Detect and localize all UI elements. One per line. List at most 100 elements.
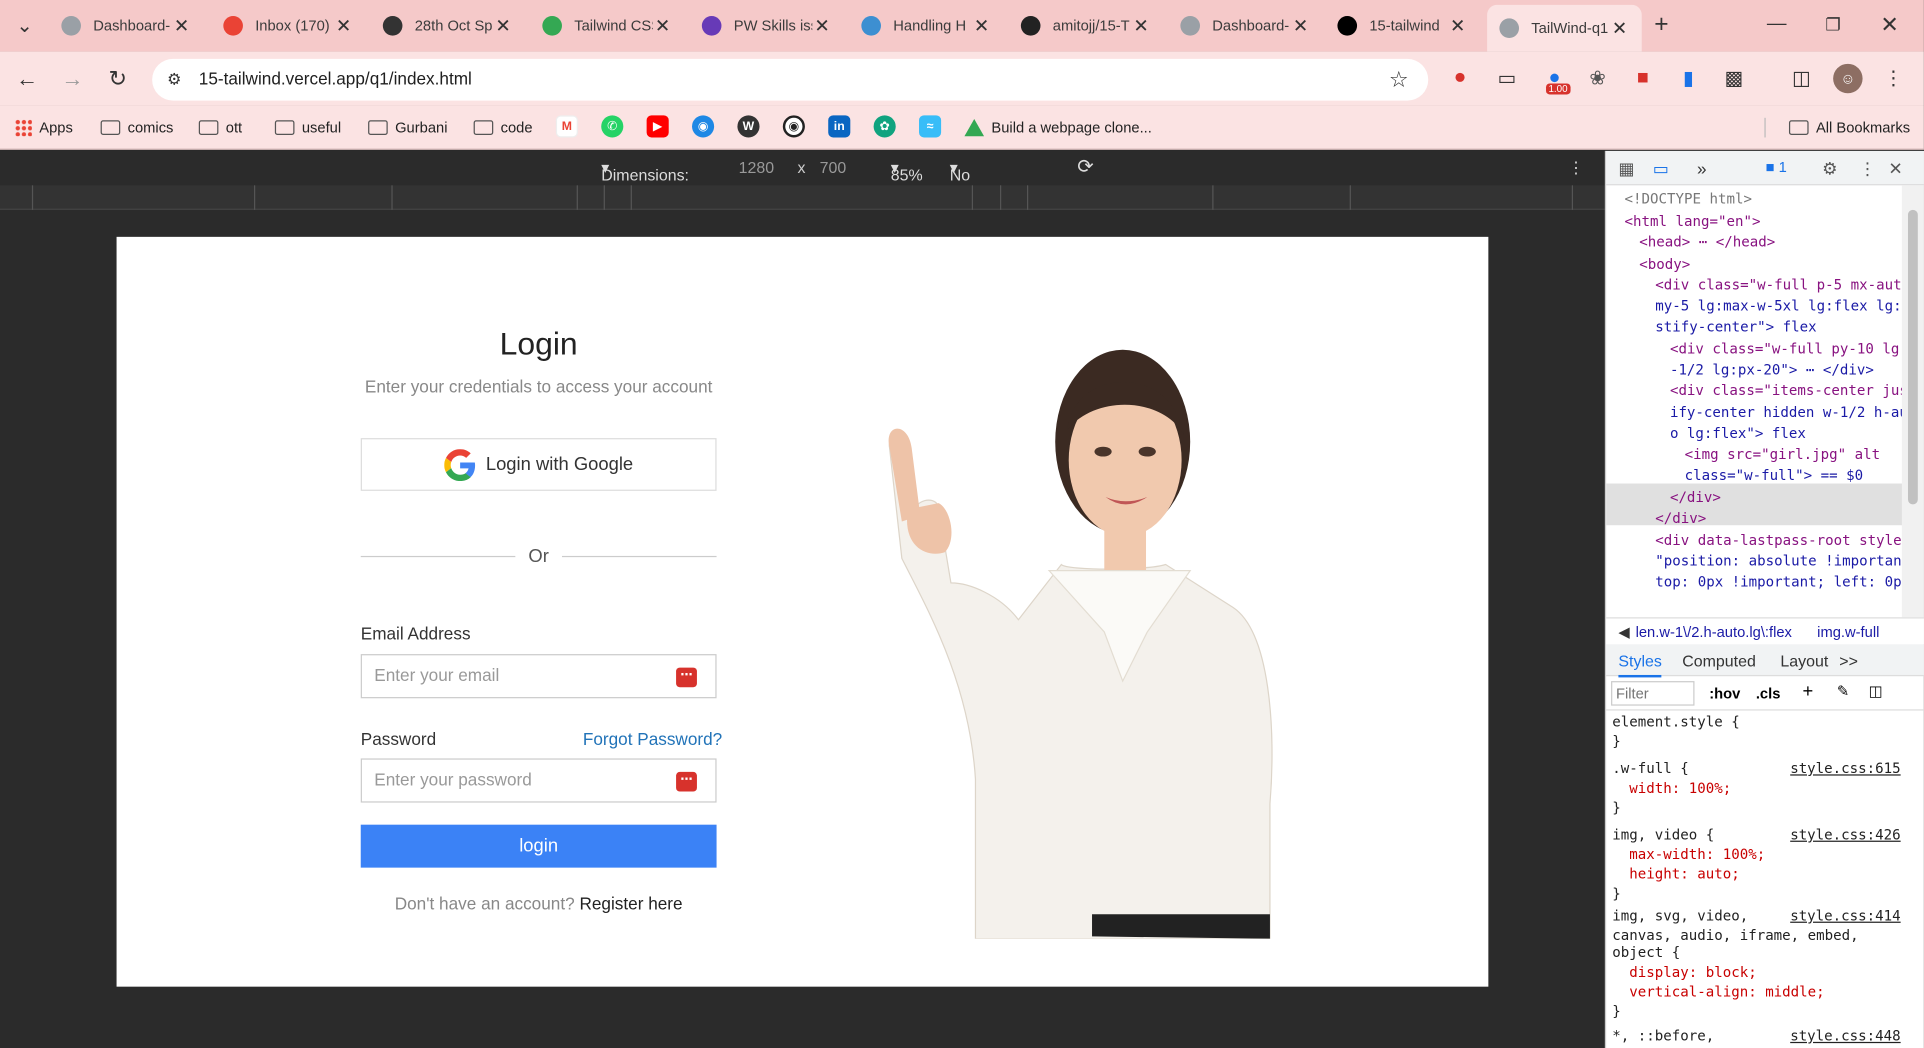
throttling-select[interactable]: No throttling ▾ <box>950 158 1011 202</box>
style-rule-line[interactable]: object { <box>1612 944 1680 961</box>
hov-toggle[interactable]: :hov <box>1709 685 1740 702</box>
tab-layout[interactable]: Layout <box>1780 652 1828 670</box>
wordpress-icon[interactable]: W <box>737 115 760 138</box>
sidebar-toggle-icon[interactable]: ◫ <box>1869 682 1883 699</box>
style-rule-line[interactable]: canvas, audio, iframe, embed, <box>1612 927 1858 944</box>
tab-close-icon[interactable]: ✕ <box>1131 15 1151 37</box>
height-input[interactable]: 700 <box>820 158 847 176</box>
close-window-icon[interactable]: ✕ <box>1875 10 1904 39</box>
tab-10[interactable]: TailWind-q1 ✕ <box>1487 4 1642 52</box>
email-field[interactable]: ⋯ <box>360 654 717 699</box>
bookmark-folder-comics[interactable]: comics <box>100 115 173 140</box>
ublock-icon[interactable]: ⚫ <box>1445 64 1474 93</box>
youtube-icon[interactable]: ▶ <box>646 115 669 138</box>
issues-counter[interactable]: ■ 1 <box>1766 158 1787 175</box>
site-info-icon[interactable]: ⚙ <box>160 65 189 94</box>
bookmark-folder-code[interactable]: code <box>473 115 533 140</box>
rule-source-link[interactable]: style.css:615 <box>1790 760 1900 777</box>
tab-search-icon[interactable]: ⌄ <box>10 11 39 40</box>
password-input[interactable] <box>374 769 669 790</box>
profile-avatar[interactable]: ☺ <box>1833 63 1863 94</box>
breadcrumb-left-icon[interactable]: ◀ <box>1618 623 1629 640</box>
globe-icon[interactable]: ◉ <box>692 115 715 138</box>
dom-line[interactable]: "position: absolute !importan <box>1655 552 1901 573</box>
dom-line[interactable]: -1/2 lg:px-20"> ⋯ </div> <box>1670 361 1874 382</box>
elements-scrollbar[interactable] <box>1901 185 1924 618</box>
dom-line[interactable]: <div class="items-center jus <box>1670 382 1903 403</box>
paint-icon[interactable]: ✎ <box>1837 682 1849 699</box>
minimize-icon[interactable]: — <box>1762 10 1791 39</box>
devtools-close-icon[interactable]: ✕ <box>1888 158 1902 179</box>
style-rule-line[interactable]: .w-full { <box>1612 760 1688 777</box>
style-rule-line[interactable]: } <box>1612 1003 1621 1020</box>
style-rule-line[interactable]: img, svg, video, <box>1612 907 1748 924</box>
style-rule-line[interactable]: vertical-align: middle; <box>1612 983 1824 1000</box>
new-tab-icon[interactable]: + <box>1647 10 1676 39</box>
chatgpt-icon[interactable]: ✿ <box>873 115 896 138</box>
rule-source-link[interactable]: style.css:448 <box>1790 1027 1900 1044</box>
tab-9[interactable]: 15-tailwind ✕ <box>1325 7 1480 44</box>
tab-3[interactable]: 28th Oct Sp ✕ <box>371 7 526 44</box>
tab-8[interactable]: Dashboard- ✕ <box>1168 7 1323 44</box>
bookmark-star-icon[interactable]: ☆ <box>1384 65 1413 94</box>
linkedin-icon[interactable]: in <box>828 115 851 138</box>
bookmark-build-webpage[interactable]: Build a webpage clone... <box>964 115 1152 140</box>
tab-7[interactable]: amitojj/15-T ✕ <box>1009 7 1164 44</box>
add-rule-icon[interactable]: + <box>1802 681 1813 702</box>
github-icon[interactable]: ◉ <box>782 115 805 138</box>
tab-close-icon[interactable]: ✕ <box>1291 15 1311 37</box>
dom-line[interactable]: <div class="w-full py-10 lg: <box>1670 340 1903 361</box>
lastpass-icon[interactable]: ■ <box>1628 64 1657 93</box>
tab-close-icon[interactable]: ✕ <box>334 15 354 37</box>
style-rule-line[interactable]: height: auto; <box>1612 865 1739 882</box>
all-bookmarks[interactable]: All Bookmarks <box>1788 115 1910 140</box>
dom-line[interactable]: <div data-lastpass-root style= <box>1655 531 1903 552</box>
tab-close-icon[interactable]: ✕ <box>972 15 992 37</box>
extensions-icon[interactable]: ▩ <box>1719 64 1748 93</box>
reload-icon[interactable]: ↻ <box>103 64 132 93</box>
style-rule-line[interactable]: max-width: 100%; <box>1612 846 1765 863</box>
tab-computed[interactable]: Computed <box>1682 652 1756 670</box>
dom-line[interactable]: </div> <box>1655 509 1706 530</box>
dom-line[interactable]: my-5 lg:max-w-5xl lg:flex lg:j <box>1655 297 1903 318</box>
tab-4[interactable]: Tailwind CSS ✕ <box>530 7 685 44</box>
dom-line[interactable]: <html lang="en"> <box>1625 212 1761 233</box>
bug-icon[interactable]: ❀ <box>1583 64 1612 93</box>
style-rule-line[interactable]: } <box>1612 885 1621 902</box>
gmail-icon[interactable]: M <box>555 115 578 138</box>
device-more-icon[interactable]: ⋮ <box>1568 158 1584 178</box>
register-link[interactable]: Register here <box>579 893 682 913</box>
elements-tree[interactable]: <!DOCTYPE html> <html lang="en"> <head> … <box>1606 185 1904 593</box>
forgot-password-link[interactable]: Forgot Password? <box>583 729 722 749</box>
settings-gear-icon[interactable]: ⚙ <box>1822 158 1837 179</box>
more-tabs-icon[interactable]: » <box>1697 158 1707 178</box>
dom-line[interactable]: <body> <box>1639 255 1690 276</box>
rule-source-link[interactable]: style.css:414 <box>1790 907 1900 924</box>
bookmark-folder-useful[interactable]: useful <box>274 115 341 140</box>
rotate-icon[interactable]: ⟳ <box>1077 155 1093 180</box>
tab-more[interactable]: >> <box>1839 652 1858 670</box>
cast-icon[interactable]: ▭ <box>1492 64 1521 93</box>
dom-line[interactable]: <img src="girl.jpg" alt <box>1685 445 1880 466</box>
device-toggle-icon[interactable]: ▭ <box>1653 158 1669 179</box>
dom-line[interactable]: </div> <box>1670 488 1721 509</box>
lastpass-fill-icon[interactable]: ⋯ <box>676 771 697 792</box>
dom-line[interactable]: top: 0px !important; left: 0px <box>1655 573 1903 593</box>
width-input[interactable]: 1280 <box>739 158 774 176</box>
inspect-icon[interactable]: ▦ <box>1618 158 1634 179</box>
doc-icon[interactable]: ▮ <box>1674 64 1703 93</box>
login-button[interactable]: login <box>360 824 717 868</box>
tab-1[interactable]: Dashboard- ✕ <box>49 7 204 44</box>
style-rule-line[interactable]: display: block; <box>1612 963 1756 980</box>
tab-close-icon[interactable]: ✕ <box>812 15 832 37</box>
breadcrumb-item[interactable]: len.w-1\/2.h-auto.lg\:flex <box>1636 623 1792 640</box>
rule-source-link[interactable]: style.css:426 <box>1790 826 1900 843</box>
dom-line[interactable]: class="w-full"> == $0 <box>1685 466 1863 487</box>
dom-line[interactable]: <!DOCTYPE html> <box>1625 190 1752 211</box>
styles-filter-input[interactable] <box>1611 681 1695 706</box>
menu-icon[interactable]: ⋮ <box>1879 64 1908 93</box>
bookmark-folder-ott[interactable]: ott <box>198 115 242 140</box>
style-rule-line[interactable]: } <box>1612 799 1621 816</box>
dimensions-select[interactable]: Dimensions: xl ▾ <box>601 158 689 202</box>
style-rule-line[interactable]: img, video { <box>1612 826 1714 843</box>
